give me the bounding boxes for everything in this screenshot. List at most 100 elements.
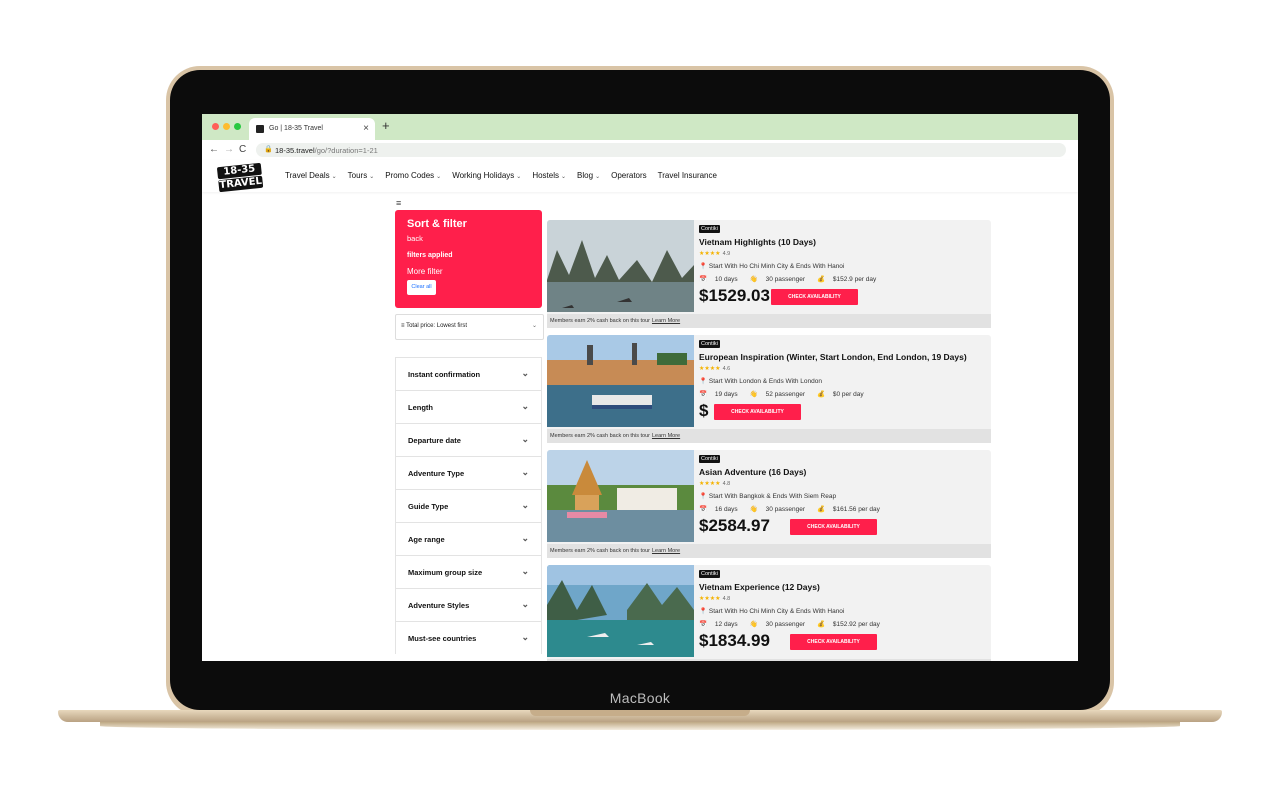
filter-must-see-countries[interactable]: Must-see countries ⌄ xyxy=(395,621,542,654)
tour-card[interactable]: Contiki Asian Adventure (16 Days) ★★★★ 4.8 📍… xyxy=(547,450,991,558)
tour-location: 📍 Start With Ho Chi Minh City & Ends Wit… xyxy=(699,262,844,270)
url-input[interactable]: 🔒 18-35.travel/go/?duration=1-21 xyxy=(256,143,1066,157)
tour-title[interactable]: Vietnam Experience (12 Days) xyxy=(699,582,820,592)
chevron-down-icon: ⌄ xyxy=(521,401,529,411)
tour-image[interactable] xyxy=(547,220,694,312)
tour-image[interactable] xyxy=(547,335,694,427)
filter-guide-type[interactable]: Guide Type ⌄ xyxy=(395,489,542,522)
filter-adventure-type[interactable]: Adventure Type ⌄ xyxy=(395,456,542,489)
tour-title[interactable]: European Inspiration (Winter, Start Lond… xyxy=(699,352,967,362)
menu-item-travel-insurance[interactable]: Travel Insurance xyxy=(658,171,717,180)
cashback-text: Members earn 2% cash back on this tour xyxy=(550,433,650,439)
tour-card[interactable]: Contiki Vietnam Highlights (10 Days) ★★★★ 4… xyxy=(547,220,991,328)
filter-adventure-styles[interactable]: Adventure Styles ⌄ xyxy=(395,588,542,621)
filter-maximum-group-size[interactable]: Maximum group size ⌄ xyxy=(395,555,542,588)
tour-passengers: 30 passenger xyxy=(765,276,805,283)
tour-card[interactable]: Contiki European Inspiration (Winter, Sta… xyxy=(547,335,991,443)
operator-badge: Contiki xyxy=(699,455,720,463)
calendar-icon: 📅 xyxy=(699,506,708,513)
filter-label: Must-see countries xyxy=(408,634,477,643)
check-availability-button[interactable]: CHECK AVAILABILITY xyxy=(790,519,877,535)
more-filter-link[interactable]: More filter xyxy=(407,267,443,276)
tour-price: $ xyxy=(699,401,709,420)
star-rating: ★★★★ 4.6 xyxy=(699,365,730,372)
menu-item-travel-deals[interactable]: Travel Deals ⌄ xyxy=(285,171,337,180)
hamburger-icon[interactable]: ≡ xyxy=(396,198,401,208)
close-window-dot[interactable] xyxy=(212,123,219,130)
menu-item-hostels[interactable]: Hostels ⌄ xyxy=(532,171,566,180)
browser-tab[interactable]: Go | 18-35 Travel × xyxy=(249,118,375,140)
tour-meta: 📅 16 days 👋 30 passenger 💰 $161.56 per day xyxy=(699,505,892,513)
lock-icon: 🔒 xyxy=(264,146,273,153)
site-logo[interactable]: 18-35 TRAVEL xyxy=(213,161,267,193)
chevron-down-icon: ⌄ xyxy=(331,174,337,180)
chevron-down-icon: ⌄ xyxy=(595,174,601,180)
star-icon: ★ xyxy=(715,481,721,487)
menu-item-working-holidays[interactable]: Working Holidays ⌄ xyxy=(452,171,521,180)
check-availability-button[interactable]: CHECK AVAILABILITY xyxy=(771,289,858,305)
close-tab-icon[interactable]: × xyxy=(363,123,369,134)
moneybag-icon: 💰 xyxy=(816,506,826,513)
tour-meta: 📅 10 days 👋 30 passenger 💰 $152.9 per day xyxy=(699,275,888,283)
tour-per-day: $0 per day xyxy=(832,391,864,398)
menu-item-label: Working Holidays xyxy=(452,171,515,180)
device-label: MacBook xyxy=(609,690,671,706)
chevron-down-icon: ⌄ xyxy=(521,599,529,609)
tour-image[interactable] xyxy=(547,450,694,542)
sort-select[interactable]: ≡ Total price: Lowest first ⌄ xyxy=(395,314,544,340)
location-text: Start With London & Ends With London xyxy=(708,378,822,385)
menu-item-label: Travel Deals xyxy=(285,171,330,180)
tour-title[interactable]: Asian Adventure (16 Days) xyxy=(699,467,806,477)
arrow-left-icon[interactable]: ← xyxy=(209,144,219,155)
filter-age-range[interactable]: Age range ⌄ xyxy=(395,522,542,555)
maximize-window-dot[interactable] xyxy=(234,123,241,130)
waving-hand-icon: 👋 xyxy=(749,391,758,398)
chevron-down-icon: ⌄ xyxy=(521,467,529,477)
cashback-bar: Members earn 2% cash back on this tour Le… xyxy=(547,429,991,443)
operator-badge: Contiki xyxy=(699,570,720,578)
tour-location: 📍 Start With Ho Chi Minh City & Ends Wit… xyxy=(699,607,844,615)
laptop-notch xyxy=(530,710,750,716)
operator-badge: Contiki xyxy=(699,340,720,348)
filters-applied-label: filters applied xyxy=(407,252,453,259)
filter-length[interactable]: Length ⌄ xyxy=(395,390,542,423)
filter-label: Adventure Type xyxy=(408,469,465,478)
learn-more-link[interactable]: Learn More xyxy=(652,318,680,324)
menu-item-operators[interactable]: Operators xyxy=(611,171,647,180)
star-icon: ★ xyxy=(715,251,721,257)
tour-location: 📍 Start With Bangkok & Ends With Siem Re… xyxy=(699,492,836,500)
menu-item-tours[interactable]: Tours ⌄ xyxy=(348,171,375,180)
learn-more-link[interactable]: Learn More xyxy=(652,433,680,439)
filter-departure-date[interactable]: Departure date ⌄ xyxy=(395,423,542,456)
check-availability-button[interactable]: CHECK AVAILABILITY xyxy=(790,634,877,650)
arrow-right-icon[interactable]: → xyxy=(224,144,234,155)
pin-icon: 📍 xyxy=(699,378,708,385)
back-link[interactable]: back xyxy=(407,234,423,243)
tour-card[interactable]: Contiki Vietnam Experience (12 Days) ★★★★ 4… xyxy=(547,565,991,661)
menu-item-label: Travel Insurance xyxy=(657,171,717,180)
moneybag-icon: 💰 xyxy=(816,621,826,628)
tour-title[interactable]: Vietnam Highlights (10 Days) xyxy=(699,237,816,247)
tour-meta: 📅 12 days 👋 30 passenger 💰 $152.92 per day xyxy=(699,620,892,628)
reload-icon[interactable]: C xyxy=(239,144,246,155)
new-tab-button[interactable]: + xyxy=(382,118,390,133)
calendar-icon: 📅 xyxy=(699,621,708,628)
check-availability-button[interactable]: CHECK AVAILABILITY xyxy=(714,404,801,420)
chevron-down-icon: ⌄ xyxy=(436,174,442,180)
menu-item-blog[interactable]: Blog ⌄ xyxy=(577,171,600,180)
chevron-down-icon: ⌄ xyxy=(531,323,537,329)
tab-bar: Go | 18-35 Travel × + xyxy=(202,114,1078,140)
clear-all-button[interactable]: Clear all xyxy=(407,280,436,295)
learn-more-link[interactable]: Learn More xyxy=(652,548,680,554)
calendar-icon: 📅 xyxy=(699,276,708,283)
tour-days: 12 days xyxy=(714,621,738,628)
cashback-bar: Members earn 2% cash back on this tour Le… xyxy=(547,544,991,558)
sort-icon: ≡ xyxy=(401,323,405,329)
tour-image[interactable] xyxy=(547,565,694,657)
star-rating: ★★★★ 4.9 xyxy=(699,250,730,257)
chevron-down-icon: ⌄ xyxy=(561,174,567,180)
minimize-window-dot[interactable] xyxy=(223,123,230,130)
url-host: 18-35.travel xyxy=(275,146,315,155)
filter-instant-confirmation[interactable]: Instant confirmation ⌄ xyxy=(395,357,542,390)
menu-item-promo-codes[interactable]: Promo Codes ⌄ xyxy=(385,171,441,180)
